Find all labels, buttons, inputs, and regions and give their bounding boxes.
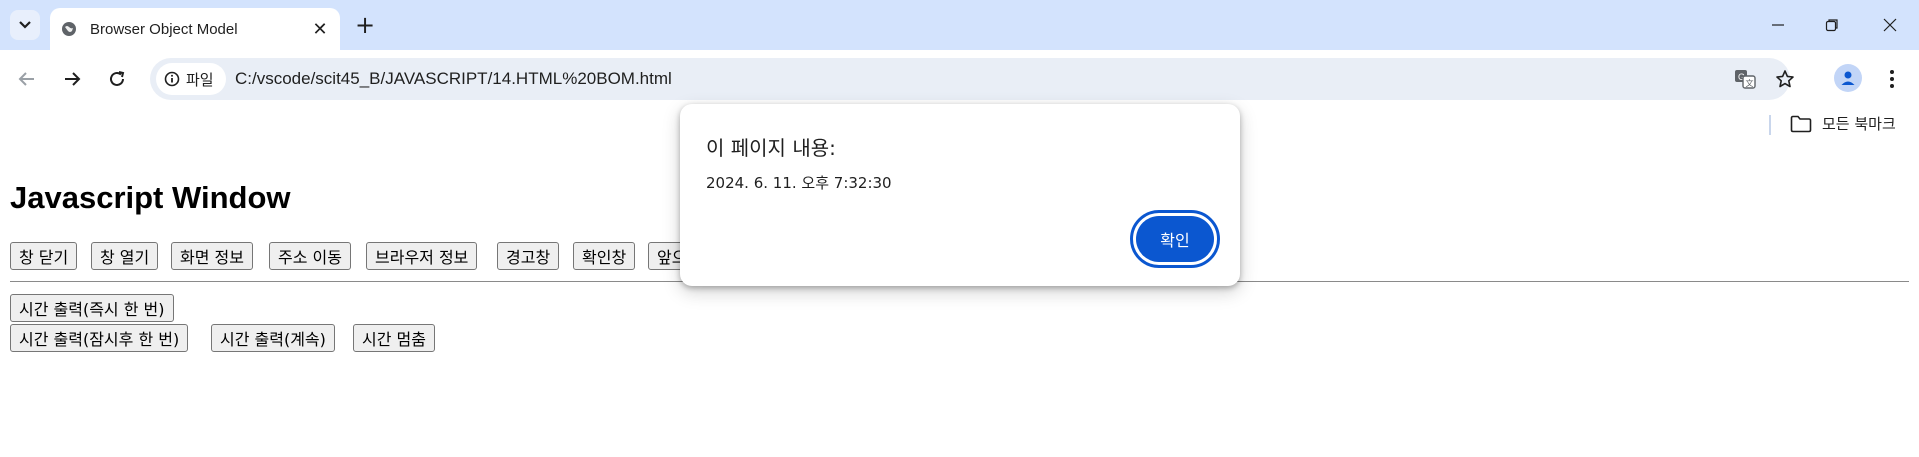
all-bookmarks-label: 모든 북마크 [1822, 115, 1896, 133]
folder-icon [1790, 115, 1812, 132]
bookmarks-separator [1769, 115, 1771, 135]
alert-button[interactable]: 경고창 [497, 242, 560, 270]
ok-button-focus-ring: 확인 [1130, 210, 1220, 268]
open-window-button[interactable]: 창 열기 [91, 242, 159, 270]
info-chip-label: 파일 [186, 70, 214, 89]
screen-info-button[interactable]: 화면 정보 [171, 242, 253, 270]
plus-icon[interactable]: + [352, 11, 378, 39]
navigate-url-button[interactable]: 주소 이동 [269, 242, 351, 270]
browser-info-button[interactable]: 브라우저 정보 [366, 242, 478, 270]
svg-text:文: 文 [1746, 78, 1754, 88]
dialog-title: 이 페이지 내용: [706, 136, 836, 160]
profile-icon[interactable] [1834, 64, 1862, 92]
tab-title: Browser Object Model [90, 20, 238, 38]
globe-icon [60, 20, 78, 38]
chevron-down-icon [19, 21, 31, 29]
tab-search-button[interactable] [10, 10, 40, 40]
time-once-later-button[interactable]: 시간 출력(잠시후 한 번) [10, 324, 189, 352]
time-repeat-button[interactable]: 시간 출력(계속) [211, 324, 335, 352]
back-arrow-icon[interactable] [12, 64, 42, 94]
all-bookmarks-button[interactable]: 모든 북마크 [1790, 113, 1896, 134]
translate-icon[interactable]: G文 [1730, 64, 1760, 94]
restore-icon[interactable] [1817, 10, 1847, 40]
more-vert-icon[interactable] [1878, 64, 1906, 94]
minimize-icon[interactable] [1763, 10, 1793, 40]
forward-arrow-icon[interactable] [57, 64, 87, 94]
time-once-now-button[interactable]: 시간 출력(즉시 한 번) [10, 294, 174, 322]
time-stop-button[interactable]: 시간 멈춤 [353, 324, 435, 352]
close-icon[interactable]: ✕ [310, 19, 330, 40]
reload-icon[interactable] [102, 64, 132, 94]
site-info-chip[interactable]: 파일 [156, 63, 226, 95]
window-close-icon[interactable] [1875, 10, 1905, 40]
dialog-message: 2024. 6. 11. 오후 7:32:30 [706, 174, 892, 192]
info-icon [164, 71, 180, 87]
url-text[interactable]: C:/vscode/scit45_B/JAVASCRIPT/14.HTML%20… [235, 69, 672, 89]
page-title: Javascript Window [10, 180, 291, 215]
alert-dialog: 이 페이지 내용: 2024. 6. 11. 오후 7:32:30 확인 [680, 104, 1240, 286]
active-tab[interactable]: Browser Object Model ✕ [50, 8, 340, 50]
confirm-button[interactable]: 확인창 [573, 242, 636, 270]
ok-button[interactable]: 확인 [1136, 216, 1214, 262]
star-icon[interactable] [1770, 64, 1800, 94]
close-window-button[interactable]: 창 닫기 [10, 242, 78, 270]
